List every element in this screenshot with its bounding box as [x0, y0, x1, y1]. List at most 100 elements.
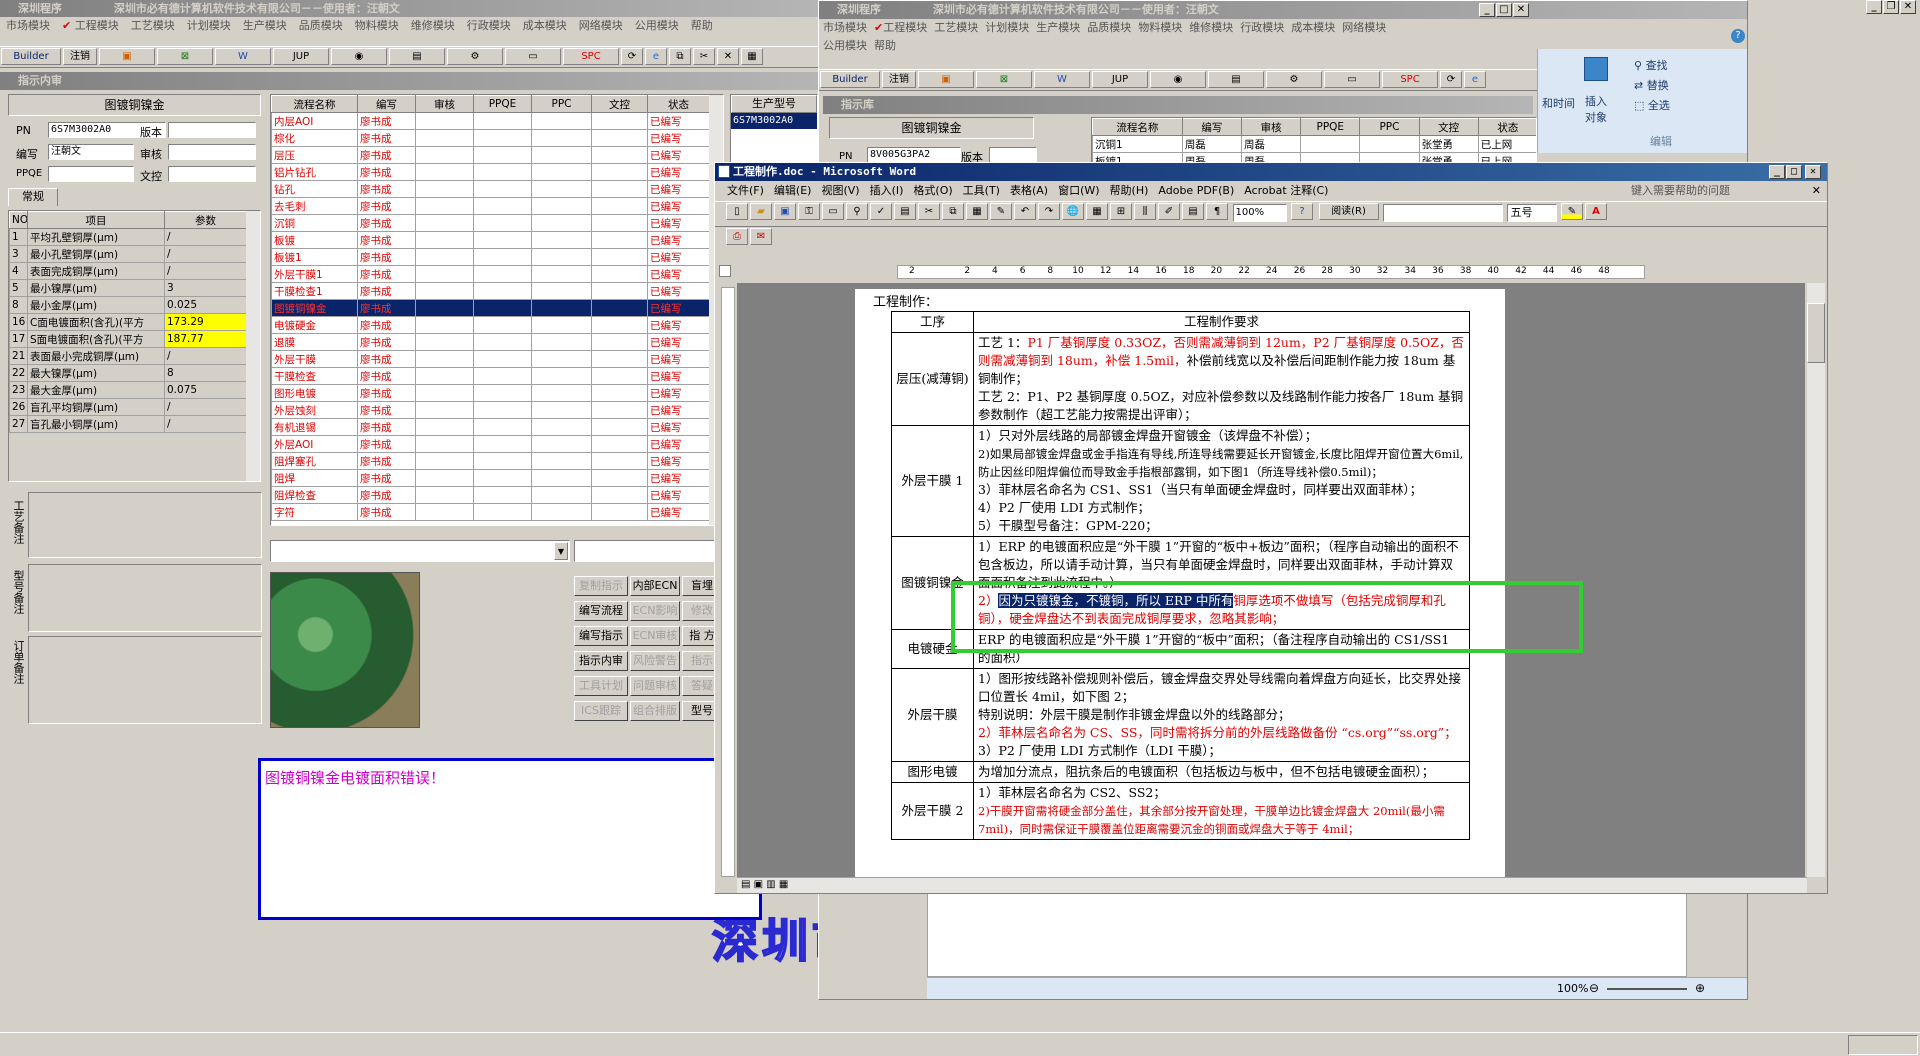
spc-button[interactable]: SPC	[1382, 71, 1438, 88]
help-icon[interactable]: ?	[1291, 203, 1313, 220]
param-row[interactable]: 21 表面最小完成铜厚(μm) /	[9, 347, 247, 365]
delete-icon[interactable]: ✕	[717, 48, 739, 65]
param-row[interactable]: 8 最小金厚(μm) 0.025	[9, 296, 247, 314]
flow-row[interactable]: 内层AOI 廖书成 已编写	[271, 112, 710, 130]
copy-icon[interactable]: ⧉	[669, 48, 691, 65]
flow-row[interactable]: 外层AOI 廖书成 已编写	[271, 435, 710, 453]
refresh-icon[interactable]: ⟳	[621, 48, 643, 65]
ecn-review-button[interactable]: ECN审核	[630, 626, 680, 646]
menu-cost[interactable]: 成本模块	[517, 17, 573, 34]
flow-row[interactable]: 板镀1 廖书成 已编写	[271, 248, 710, 266]
menu-process[interactable]: 工艺模块	[934, 21, 978, 34]
highlight-icon[interactable]: ✎	[1561, 203, 1583, 220]
params-scrollbar[interactable]	[246, 211, 260, 481]
builder-button[interactable]: Builder	[820, 71, 880, 88]
menu-material[interactable]: 物料模块	[349, 17, 405, 34]
zoom-slider[interactable]	[1607, 988, 1687, 990]
menu-common[interactable]: 公用模块	[629, 17, 685, 34]
minimize-icon[interactable]: _	[1769, 165, 1785, 179]
word-vertical-scrollbar[interactable]	[1807, 283, 1825, 877]
ruler-corner[interactable]	[719, 265, 731, 277]
flow-row[interactable]: 铝片钻孔 廖书成 已编写	[271, 163, 710, 181]
process-note-box[interactable]	[28, 492, 262, 558]
replace-button[interactable]: ⇄ 替换	[1634, 77, 1669, 93]
menu-adobe-pdf[interactable]: Adobe PDF(B)	[1158, 184, 1234, 197]
menu-repair[interactable]: 维修模块	[1189, 21, 1233, 34]
ecn-impact-button[interactable]: ECN影响	[630, 601, 680, 621]
eye-icon[interactable]: ◉	[1150, 71, 1206, 88]
eye-icon[interactable]: ◉	[331, 48, 387, 65]
menu-process[interactable]: 工艺模块	[125, 17, 181, 34]
flow-row[interactable]: 外层干膜 廖书成 已编写	[271, 350, 710, 368]
flow-row[interactable]: 阻焊塞孔 廖书成 已编写	[271, 452, 710, 470]
minimize-icon[interactable]: _	[1479, 3, 1495, 17]
ppqe-field[interactable]	[48, 166, 134, 182]
print-preview-icon[interactable]: ⚲	[846, 203, 868, 220]
version-field[interactable]	[168, 122, 256, 138]
flow-row[interactable]: 沉铜 廖书成 已编写	[271, 214, 710, 232]
menu-repair[interactable]: 维修模块	[405, 17, 461, 34]
param-row[interactable]: 17 S面电镀面积(含孔)(平方 187.77	[9, 330, 247, 348]
cut-icon[interactable]: ✂	[918, 203, 940, 220]
logout-button[interactable]: 注销	[63, 48, 97, 65]
word-icon[interactable]: W	[215, 48, 271, 65]
flow-row[interactable]: 外层干膜1 廖书成 已编写	[271, 265, 710, 283]
excel-icon[interactable]: ⊠	[976, 71, 1032, 88]
jup-button[interactable]: JUP	[1092, 71, 1148, 88]
flow-row[interactable]: 有机退锡 廖书成 已编写	[271, 418, 710, 436]
param-row[interactable]: 27 盲孔最小铜厚(μm) /	[9, 415, 247, 433]
scroll-thumb[interactable]	[1807, 303, 1825, 363]
tools-icon[interactable]: ⚙	[447, 48, 503, 65]
maximize-icon[interactable]: □	[1496, 3, 1512, 17]
new-doc-icon[interactable]: ▯	[726, 203, 748, 220]
flow-row[interactable]: 板镀 廖书成 已编写	[271, 231, 710, 249]
permission-icon[interactable]: ⚿	[798, 203, 820, 220]
zoom-in-icon[interactable]: ⊕	[1695, 981, 1705, 995]
save-icon[interactable]: ▣	[774, 203, 796, 220]
menu-window[interactable]: 窗口(W)	[1058, 184, 1099, 197]
menu-quality[interactable]: 品质模块	[1087, 21, 1131, 34]
combo-layout-button[interactable]: 组合排版	[630, 701, 680, 721]
instruction-review-button[interactable]: 指示内审	[574, 651, 628, 671]
flow-row[interactable]: 钻孔 廖书成 已编写	[271, 180, 710, 198]
menu-production[interactable]: 生产模块	[1036, 21, 1080, 34]
flow-row[interactable]: 退膜 廖书成 已编写	[271, 333, 710, 351]
ctrl-field[interactable]	[168, 166, 256, 182]
undo-icon[interactable]: ↶	[1014, 203, 1036, 220]
menu-tools[interactable]: 工具(T)	[963, 184, 1000, 197]
table-row[interactable]: 外层干膜 1 1）只对外层线路的局部镀金焊盘开窗镀金（该焊盘不补偿）； 2)如果局…	[891, 425, 1470, 537]
tool-plan-button[interactable]: 工具计划	[574, 676, 628, 696]
param-row[interactable]: 26 盲孔平均铜厚(μm) /	[9, 398, 247, 416]
menu-cost[interactable]: 成本模块	[1291, 21, 1335, 34]
menu-file[interactable]: 文件(F)	[727, 184, 764, 197]
menu-network[interactable]: 网络模块	[573, 17, 629, 34]
ics-track-button[interactable]: ICS跟踪	[574, 701, 628, 721]
flow-combo[interactable]: ▼	[270, 540, 570, 562]
datetime-label[interactable]: 和时间	[1542, 95, 1575, 111]
edit-instruction-button[interactable]: 编写指示	[574, 626, 628, 646]
second-pn-field[interactable]: 8V005G3PA2	[867, 147, 961, 163]
flow-row[interactable]: 棕化 廖书成 已编写	[271, 129, 710, 147]
menu-plan[interactable]: 计划模块	[181, 17, 237, 34]
menu-insert[interactable]: 插入(I)	[870, 184, 904, 197]
menu-help[interactable]: 帮助	[685, 17, 719, 34]
font-color-icon[interactable]: A	[1585, 203, 1607, 220]
menu-admin[interactable]: 行政模块	[1240, 21, 1284, 34]
show-hide-icon[interactable]: ¶	[1206, 203, 1228, 220]
close-icon[interactable]: ✕	[1805, 165, 1821, 179]
maximize-icon[interactable]: □	[1786, 165, 1802, 179]
table-row[interactable]: 外层干膜 2 1）菲林层名命名为 CS2、SS2； 2)干膜开窗需将硬金部分盖住，…	[891, 782, 1470, 840]
menu-common[interactable]: 公用模块	[823, 39, 867, 52]
cut-icon[interactable]: ✂	[693, 48, 715, 65]
style-combo[interactable]	[1383, 204, 1503, 222]
menu-acrobat[interactable]: Acrobat 注释(C)	[1244, 184, 1328, 197]
open-icon[interactable]: ▰	[750, 203, 772, 220]
format-painter-icon[interactable]: ✎	[990, 203, 1012, 220]
table-row[interactable]: 层压(减薄铜) 工艺 1：P1 厂基铜厚度 0.33OZ，否则需减薄铜到 12u…	[891, 332, 1470, 426]
hyperlink-icon[interactable]: 🌐	[1062, 203, 1084, 220]
view-buttons[interactable]: ▤ ▣ ▥ ▦	[741, 879, 788, 890]
copy-icon[interactable]: ⧉	[942, 203, 964, 220]
model-combo[interactable]	[574, 540, 724, 562]
ie-icon[interactable]: e	[645, 48, 667, 65]
order-note-box[interactable]	[28, 636, 262, 724]
